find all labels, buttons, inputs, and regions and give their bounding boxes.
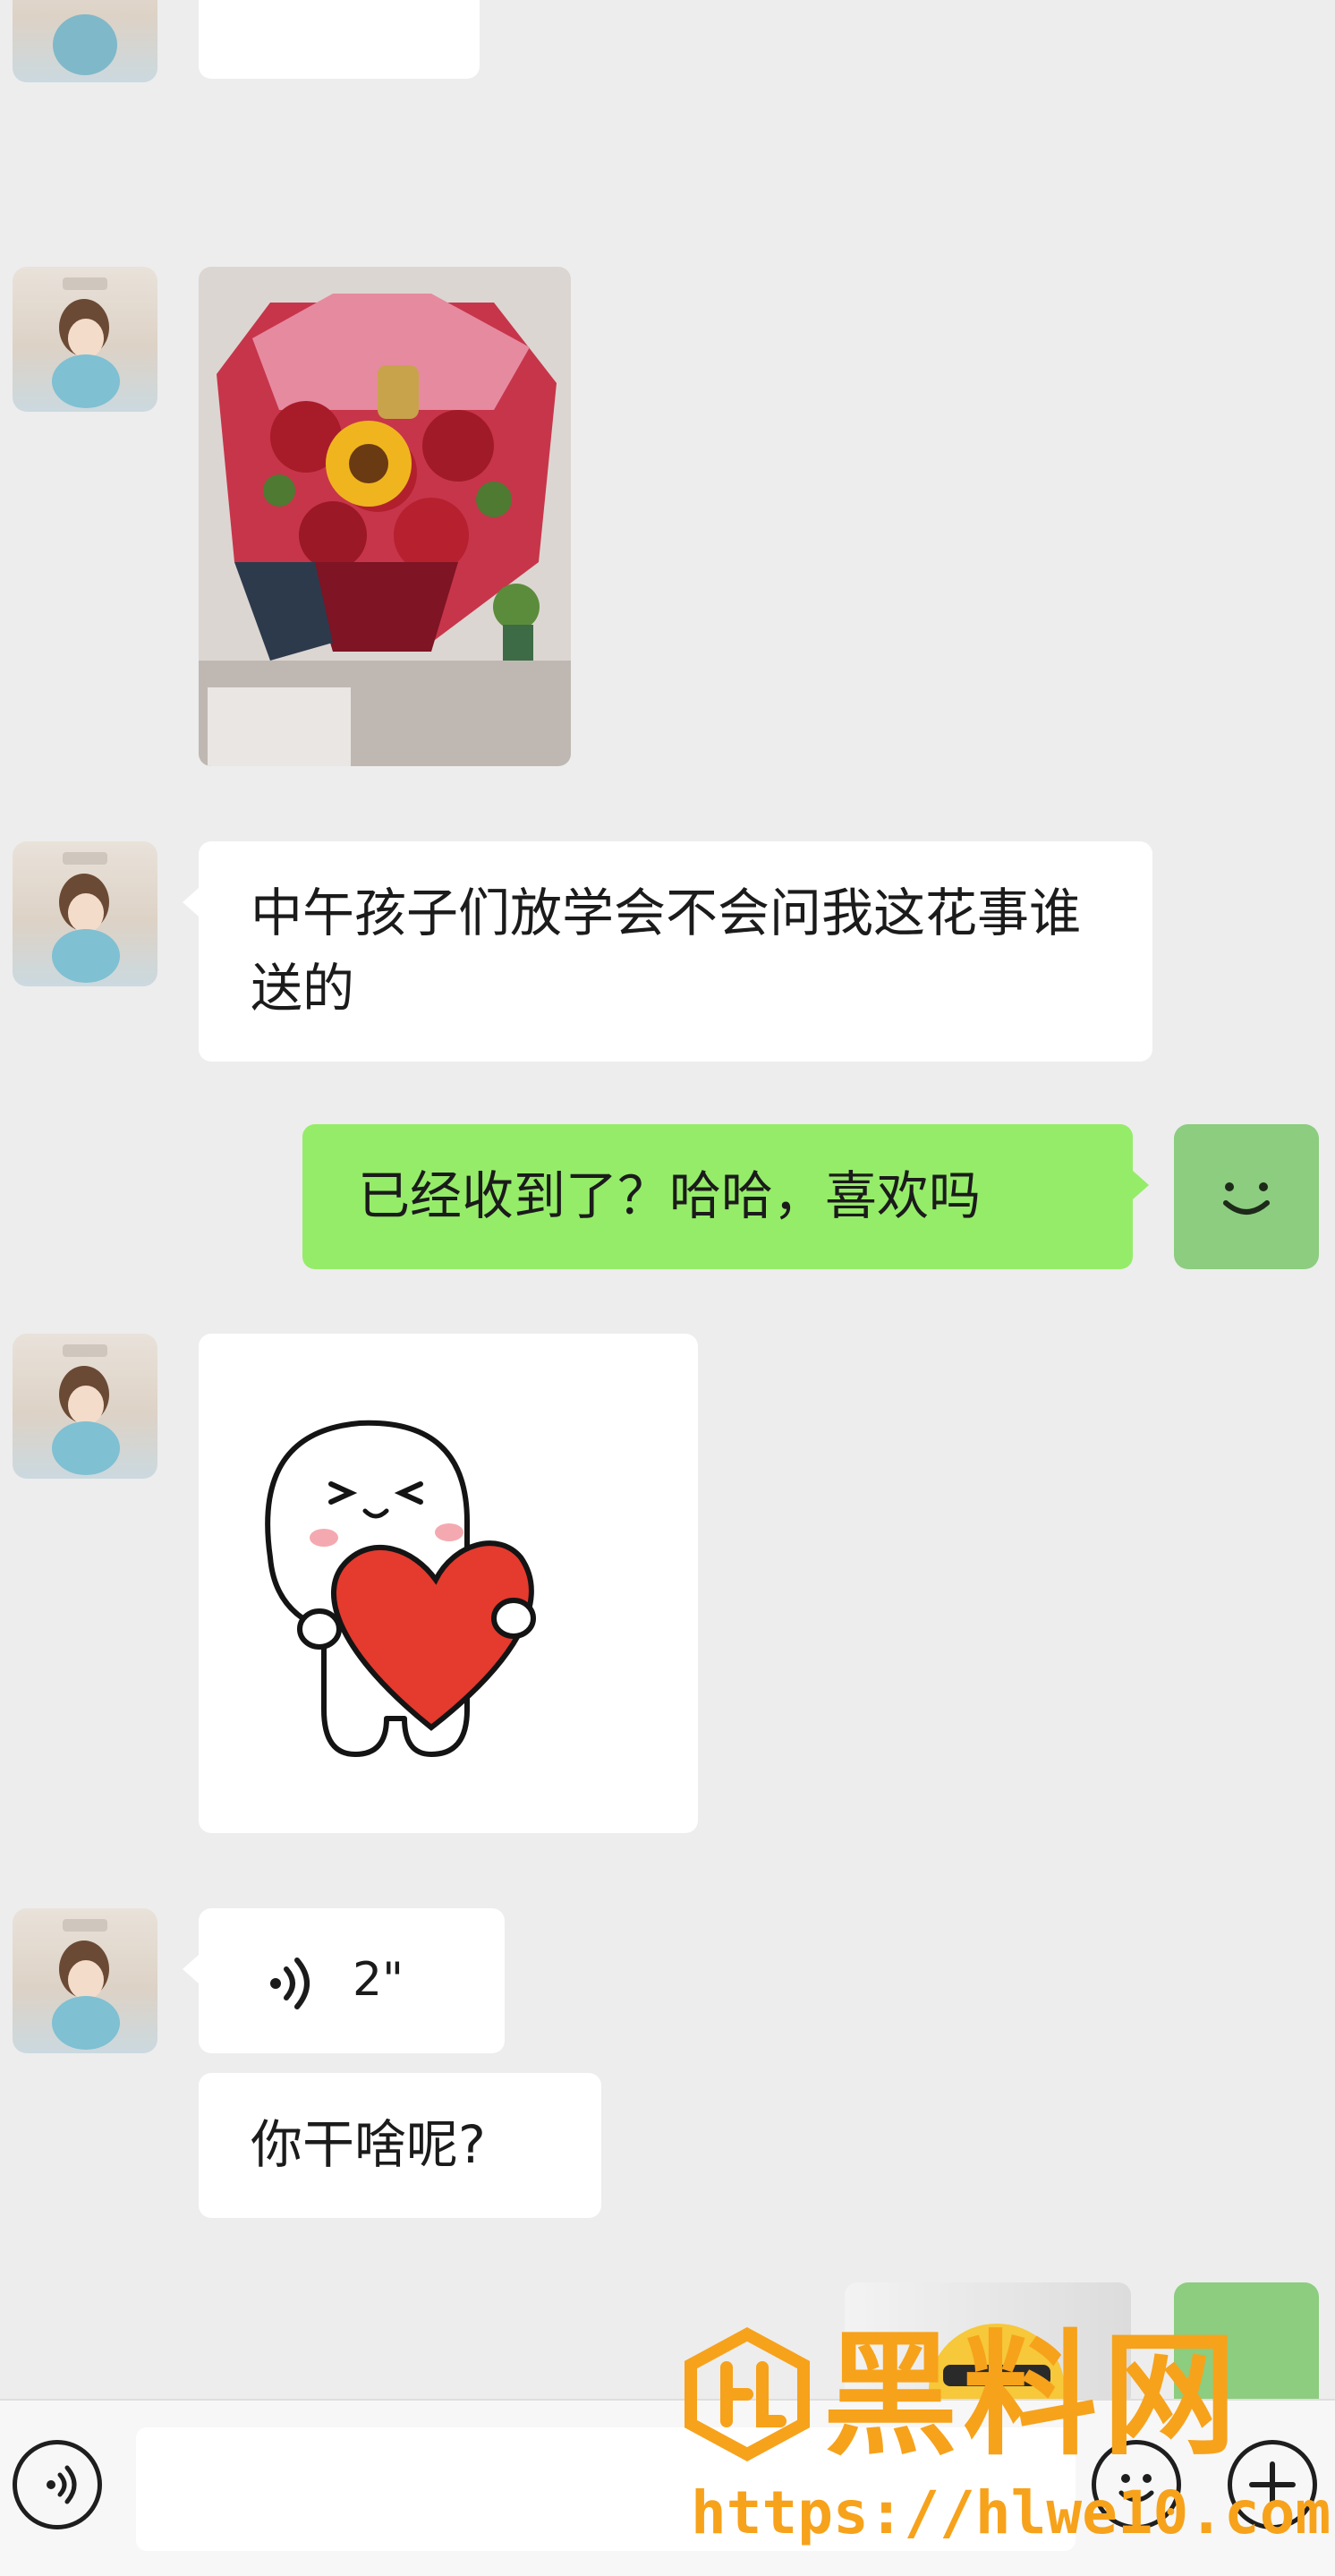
message-bubble-partial[interactable] bbox=[199, 0, 480, 79]
voice-wave-icon bbox=[263, 1955, 317, 2030]
watermark-url: https://hlwe10.com bbox=[691, 2478, 1331, 2547]
voice-duration: 2" bbox=[353, 1953, 404, 2007]
contact-avatar[interactable] bbox=[13, 1908, 157, 2053]
contact-avatar[interactable] bbox=[13, 1334, 157, 1479]
message-text: 已经收到了？哈哈，喜欢吗 bbox=[358, 1165, 982, 1226]
flower-bouquet-photo[interactable] bbox=[199, 267, 571, 766]
contact-avatar[interactable] bbox=[13, 267, 157, 412]
watermark-title: 黑料网 bbox=[823, 2320, 1243, 2470]
incoming-text-bubble[interactable]: 中午孩子们放学会不会问我这花事谁送的 bbox=[183, 841, 1152, 1062]
contact-avatar[interactable] bbox=[13, 0, 157, 82]
voice-message-bubble[interactable]: 2" bbox=[183, 1908, 505, 2053]
contact-avatar[interactable] bbox=[13, 841, 157, 986]
watermark-logo bbox=[680, 2327, 814, 2461]
voice-toggle-icon[interactable] bbox=[13, 2440, 102, 2529]
message-text: 中午孩子们放学会不会问我这花事谁送的 bbox=[251, 883, 1082, 1019]
outgoing-text-bubble[interactable]: 已经收到了？哈哈，喜欢吗 bbox=[302, 1124, 1149, 1269]
my-avatar[interactable] bbox=[1174, 1124, 1319, 1269]
heart-hug-sticker[interactable] bbox=[199, 1334, 698, 1833]
incoming-text-bubble[interactable]: 你干啥呢? bbox=[199, 2073, 601, 2218]
message-text: 你干啥呢? bbox=[251, 2114, 486, 2175]
